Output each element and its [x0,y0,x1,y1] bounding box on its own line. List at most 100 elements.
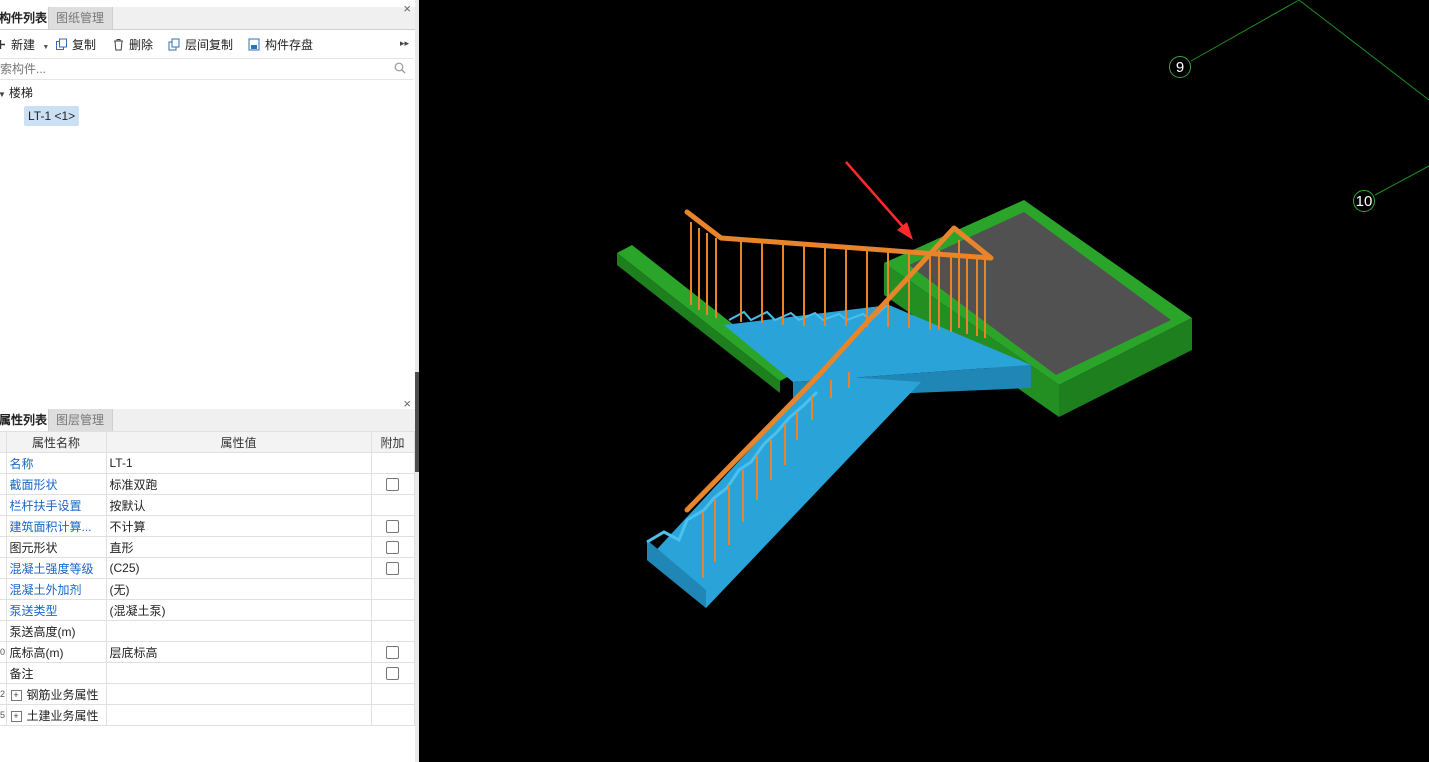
extra-checkbox[interactable] [386,562,399,576]
property-name-cell: 混凝土外加剂 [5,578,107,600]
property-name-cell: + 钢筋业务属性 [5,683,107,705]
chevron-down-icon[interactable]: ▼ [42,44,49,51]
extra-checkbox[interactable] [386,541,399,555]
property-row[interactable]: 0 底标高(m) 层底标高 [0,641,415,663]
property-name: 底标高(m) [9,645,64,660]
property-name-cell: 泵送类型 [5,599,107,621]
delete-button[interactable]: 删除 [112,36,153,54]
property-row[interactable]: 图元形状 直形 [0,536,415,558]
property-row[interactable]: 截面形状 标准双跑 [0,473,415,495]
property-name: 钢筋业务属性 [26,687,99,702]
save-component-icon [248,38,260,51]
left-pane: 构件列表 图纸管理 × 新建 ▼ 复制 删除 层间复制 构件存盘 ▸▸ ▼楼梯 … [0,0,415,762]
property-extra-cell [370,641,415,663]
property-name: 建筑面积计算... [9,519,92,534]
floor-copy-icon [168,38,180,51]
copy-button[interactable]: 复制 [55,36,96,54]
property-value[interactable] [105,620,372,642]
grid-axis-lines [1190,0,1429,196]
property-row[interactable]: 泵送类型 (混凝土泵) [0,599,415,621]
property-name-cell: 图元形状 [5,536,107,558]
property-name-cell: + 土建业务属性 [5,704,107,726]
property-value[interactable] [105,683,372,705]
tab-drawing-management[interactable]: 图纸管理 [49,7,113,29]
extra-checkbox[interactable] [386,646,399,660]
property-name: 混凝土外加剂 [9,582,82,597]
property-value[interactable]: (C25) [105,557,372,579]
property-row[interactable]: 栏杆扶手设置 按默认 [0,494,415,516]
property-extra-cell [370,599,415,621]
component-searchbar [0,58,413,80]
property-name: 截面形状 [9,477,58,492]
property-name: 名称 [9,456,34,471]
property-name: 图元形状 [9,540,58,555]
property-row[interactable]: 5 + 土建业务属性 [0,704,415,726]
new-button[interactable]: 新建 ▼ [0,36,49,54]
tree-group-stairs[interactable]: ▼ 楼梯 [0,84,33,101]
property-name-cell: 名称 [5,452,107,474]
search-input[interactable] [0,60,368,77]
property-name-cell: 混凝土强度等级 [5,557,107,579]
chevron-down-icon[interactable]: ▼ [0,90,6,99]
search-icon[interactable] [394,62,406,74]
expand-icon[interactable]: + [10,710,22,722]
property-value[interactable]: (无) [105,578,372,600]
property-extra-cell [370,704,415,726]
close-icon[interactable]: × [403,396,411,411]
tab-property-list[interactable]: 属性列表 [0,409,49,431]
property-name-cell: 备注 [5,662,107,684]
property-extra-cell [370,578,415,600]
property-row[interactable]: 建筑面积计算... 不计算 [0,515,415,537]
extra-checkbox[interactable] [386,478,399,492]
property-name-cell: 栏杆扶手设置 [5,494,107,516]
tree-group-label: 楼梯 [8,86,33,100]
toolbar-overflow-icon[interactable]: ▸▸ [400,38,409,49]
property-extra-cell [370,515,415,537]
property-value[interactable]: 标准双跑 [105,473,372,495]
3d-viewport[interactable]: 9 10 [419,0,1429,762]
property-name: 备注 [9,666,34,681]
property-row[interactable]: 混凝土强度等级 (C25) [0,557,415,579]
tab-component-list[interactable]: 构件列表 [0,7,49,29]
property-extra-cell [370,683,415,705]
property-name: 栏杆扶手设置 [9,498,82,513]
property-name-cell: 截面形状 [5,473,107,495]
extra-checkbox[interactable] [386,520,399,534]
property-value[interactable]: LT-1 [105,452,372,474]
floor-copy-button[interactable]: 层间复制 [168,36,233,54]
property-name-cell: 泵送高度(m) [5,620,107,642]
new-button-label: 新建 [11,38,36,52]
expand-icon[interactable]: + [10,689,22,701]
property-value[interactable]: (混凝土泵) [105,599,372,621]
new-icon [0,40,5,49]
property-value[interactable] [105,704,372,726]
property-table: 属性名称 属性值 附加 名称 LT-1 截面形状 标准双跑 栏杆扶手设置 按默认 建筑面积计… [0,431,415,726]
save-component-button[interactable]: 构件存盘 [248,36,313,54]
property-row[interactable]: 备注 [0,662,415,684]
property-extra-cell [370,662,415,684]
property-name-cell: 底标高(m) [5,641,107,663]
property-row[interactable]: 混凝土外加剂 (无) [0,578,415,600]
tree-item-lt1[interactable]: LT-1 <1> [24,106,80,126]
property-value[interactable]: 直形 [105,536,372,558]
property-name-cell: 建筑面积计算... [5,515,107,537]
property-name: 土建业务属性 [26,708,99,723]
close-icon[interactable]: × [403,1,411,16]
property-extra-cell [370,494,415,516]
property-value[interactable] [105,662,372,684]
property-value[interactable]: 不计算 [105,515,372,537]
save-component-button-label: 构件存盘 [265,38,314,52]
property-name: 混凝土强度等级 [9,561,94,576]
property-value[interactable]: 层底标高 [105,641,372,663]
tab-layer-management[interactable]: 图层管理 [49,409,113,431]
grid-axis-label-10[interactable]: 10 [1353,190,1375,212]
property-row[interactable]: 泵送高度(m) [0,620,415,642]
property-row[interactable]: 2 + 钢筋业务属性 [0,683,415,705]
property-name: 泵送类型 [9,603,58,618]
extra-checkbox[interactable] [386,667,399,681]
property-row[interactable]: 名称 LT-1 [0,452,415,474]
grid-axis-label-9[interactable]: 9 [1169,56,1191,78]
stair-3d-model [617,0,1429,608]
trash-icon [114,39,123,51]
property-value[interactable]: 按默认 [105,494,372,516]
